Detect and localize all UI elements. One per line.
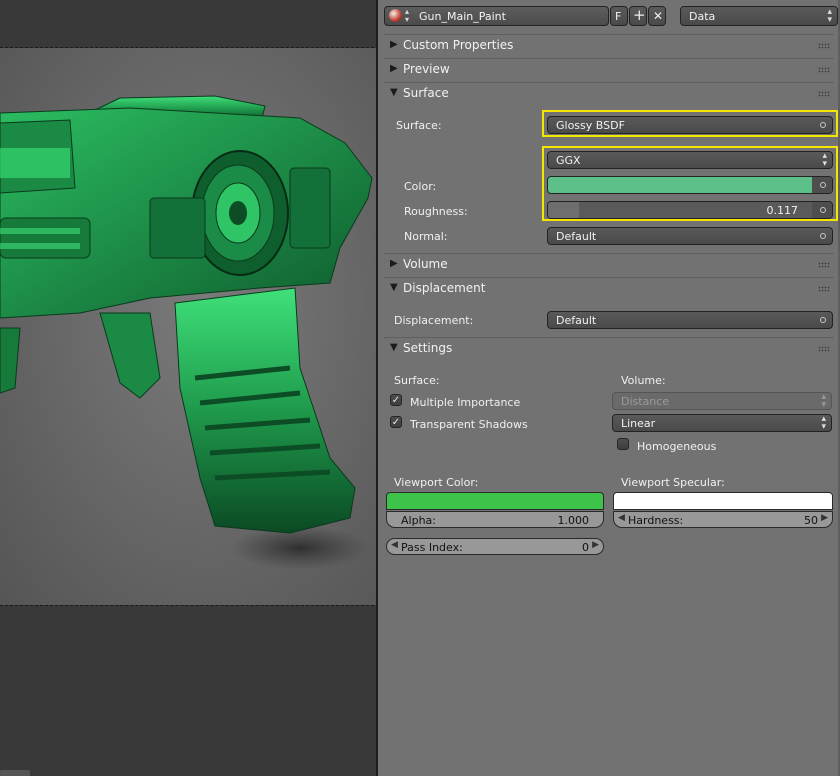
color-label: Color: — [404, 180, 437, 193]
link-socket-icon — [820, 233, 826, 239]
panel-header-surface[interactable]: ▼ Surface — [384, 83, 834, 105]
panel-title: Settings — [403, 341, 453, 355]
settings-volume-heading: Volume: — [621, 374, 666, 387]
material-browse-field[interactable]: ▴ ▾ Gun_Main_Paint — [384, 6, 609, 26]
alpha-value: 1.000 — [557, 514, 590, 527]
material-datablock-row: ▴ ▾ Gun_Main_Paint F + ✕ Data ▴ ▾ — [384, 6, 839, 26]
decrement-arrow-icon[interactable]: ◀ — [391, 540, 398, 550]
viewport-color-swatch[interactable] — [386, 492, 604, 510]
disclosure-triangle-icon: ▼ — [390, 282, 398, 293]
drag-grip-icon[interactable] — [818, 262, 830, 268]
dropdown-arrows-icon: ▴ ▾ — [827, 7, 832, 25]
viewport-bottom-area — [0, 606, 376, 776]
homogeneous-checkbox[interactable] — [617, 438, 629, 450]
dropdown-arrows-icon: ▴ ▾ — [822, 151, 827, 169]
link-socket-icon — [820, 317, 826, 323]
material-sphere-icon[interactable] — [389, 9, 402, 22]
panel-header-settings[interactable]: ▼ Settings — [384, 338, 834, 360]
roughness-value: 0.117 — [766, 204, 799, 217]
disclosure-triangle-icon: ▶ — [390, 63, 398, 74]
add-icon: + — [633, 6, 646, 24]
surface-shader-label: Surface: — [396, 119, 442, 132]
fake-user-label: F — [615, 10, 622, 23]
normal-label: Normal: — [404, 230, 448, 243]
panel-title: Surface — [403, 86, 449, 100]
panel-header-displacement[interactable]: ▼ Displacement — [384, 278, 834, 300]
link-type-dropdown[interactable]: Data ▴ ▾ — [680, 6, 838, 26]
viewport-top-area — [0, 0, 376, 48]
surface-shader-value: Glossy BSDF — [556, 119, 625, 132]
transparent-shadows-label: Transparent Shadows — [410, 418, 528, 431]
drag-grip-icon[interactable] — [818, 346, 830, 352]
link-socket-icon — [820, 207, 826, 213]
panel-title: Volume — [403, 257, 448, 271]
disclosure-triangle-icon: ▶ — [390, 258, 398, 269]
decrement-arrow-icon[interactable]: ◀ — [618, 513, 625, 523]
displacement-label: Displacement: — [394, 314, 474, 327]
transparent-shadows-checkbox[interactable]: ✓ — [390, 416, 402, 428]
panel-header-preview[interactable]: ▶ Preview — [384, 59, 834, 81]
panel-header-custom-properties[interactable]: ▶ Custom Properties — [384, 35, 834, 57]
roughness-slider[interactable]: 0.117 — [547, 201, 833, 219]
browse-arrows-icon[interactable]: ▴ ▾ — [405, 8, 409, 24]
add-material-button[interactable]: + — [629, 6, 647, 26]
surface-shader-selector[interactable]: Glossy BSDF — [547, 116, 833, 134]
pass-index-value: 0 — [582, 541, 589, 554]
color-swatch[interactable] — [547, 176, 833, 194]
panel-title: Displacement — [403, 281, 486, 295]
link-socket-icon — [820, 122, 826, 128]
panel-header-volume[interactable]: ▶ Volume — [384, 254, 834, 276]
hardness-field[interactable]: ◀ Hardness: 50 ▶ — [613, 511, 833, 528]
viewport-resize-corner[interactable] — [0, 770, 30, 776]
volume-sampling-dropdown: Distance ▴ ▾ — [612, 392, 832, 410]
drag-grip-icon[interactable] — [818, 286, 830, 292]
volume-sampling-value: Distance — [621, 395, 670, 408]
material-name-input[interactable]: Gun_Main_Paint — [419, 10, 506, 23]
roughness-label: Roughness: — [404, 205, 468, 218]
material-properties-panel: ▴ ▾ Gun_Main_Paint F + ✕ Data ▴ ▾ ▶ Custom… — [376, 0, 840, 776]
alpha-label: Alpha: — [401, 514, 436, 527]
viewport-color-label: Viewport Color: — [394, 476, 479, 489]
displacement-selector[interactable]: Default — [547, 311, 833, 329]
settings-surface-heading: Surface: — [394, 374, 440, 387]
viewport-specular-label: Viewport Specular: — [621, 476, 725, 489]
fake-user-button[interactable]: F — [610, 6, 628, 26]
displacement-value: Default — [556, 314, 597, 327]
link-type-value: Data — [689, 10, 716, 23]
distribution-dropdown[interactable]: GGX ▴ ▾ — [547, 151, 833, 169]
drag-grip-icon[interactable] — [818, 91, 830, 97]
render-viewport[interactable] — [0, 0, 376, 776]
close-icon: ✕ — [653, 9, 664, 23]
panel-title: Custom Properties — [403, 38, 514, 52]
alpha-field[interactable]: Alpha: 1.000 — [386, 511, 604, 528]
disclosure-triangle-icon: ▼ — [390, 87, 398, 98]
hardness-label: Hardness: — [628, 514, 684, 527]
disclosure-triangle-icon: ▼ — [390, 342, 398, 353]
volume-interpolation-value: Linear — [621, 417, 656, 430]
pass-index-field[interactable]: ◀ Pass Index: 0 ▶ — [386, 538, 604, 555]
pass-index-label: Pass Index: — [401, 541, 463, 554]
roughness-slider-fill — [548, 202, 579, 218]
panel-title: Preview — [403, 62, 450, 76]
drag-grip-icon[interactable] — [818, 67, 830, 73]
dropdown-arrows-icon: ▴ ▾ — [821, 392, 826, 410]
volume-interpolation-dropdown[interactable]: Linear ▴ ▾ — [612, 414, 832, 432]
link-socket-icon — [820, 182, 826, 188]
unlink-material-button[interactable]: ✕ — [648, 6, 666, 26]
hardness-value: 50 — [804, 514, 818, 527]
rendered-image — [0, 48, 376, 605]
increment-arrow-icon[interactable]: ▶ — [592, 540, 599, 550]
multiple-importance-label: Multiple Importance — [410, 396, 521, 409]
gun-render-illustration — [0, 95, 373, 570]
disclosure-triangle-icon: ▶ — [390, 39, 398, 50]
increment-arrow-icon[interactable]: ▶ — [821, 513, 828, 523]
homogeneous-label: Homogeneous — [637, 440, 717, 453]
viewport-specular-swatch[interactable] — [613, 492, 833, 510]
drag-grip-icon[interactable] — [818, 43, 830, 49]
normal-value: Default — [556, 230, 597, 243]
normal-selector[interactable]: Default — [547, 227, 833, 245]
dropdown-arrows-icon: ▴ ▾ — [821, 414, 826, 432]
multiple-importance-checkbox[interactable]: ✓ — [390, 394, 402, 406]
distribution-value: GGX — [556, 154, 581, 167]
